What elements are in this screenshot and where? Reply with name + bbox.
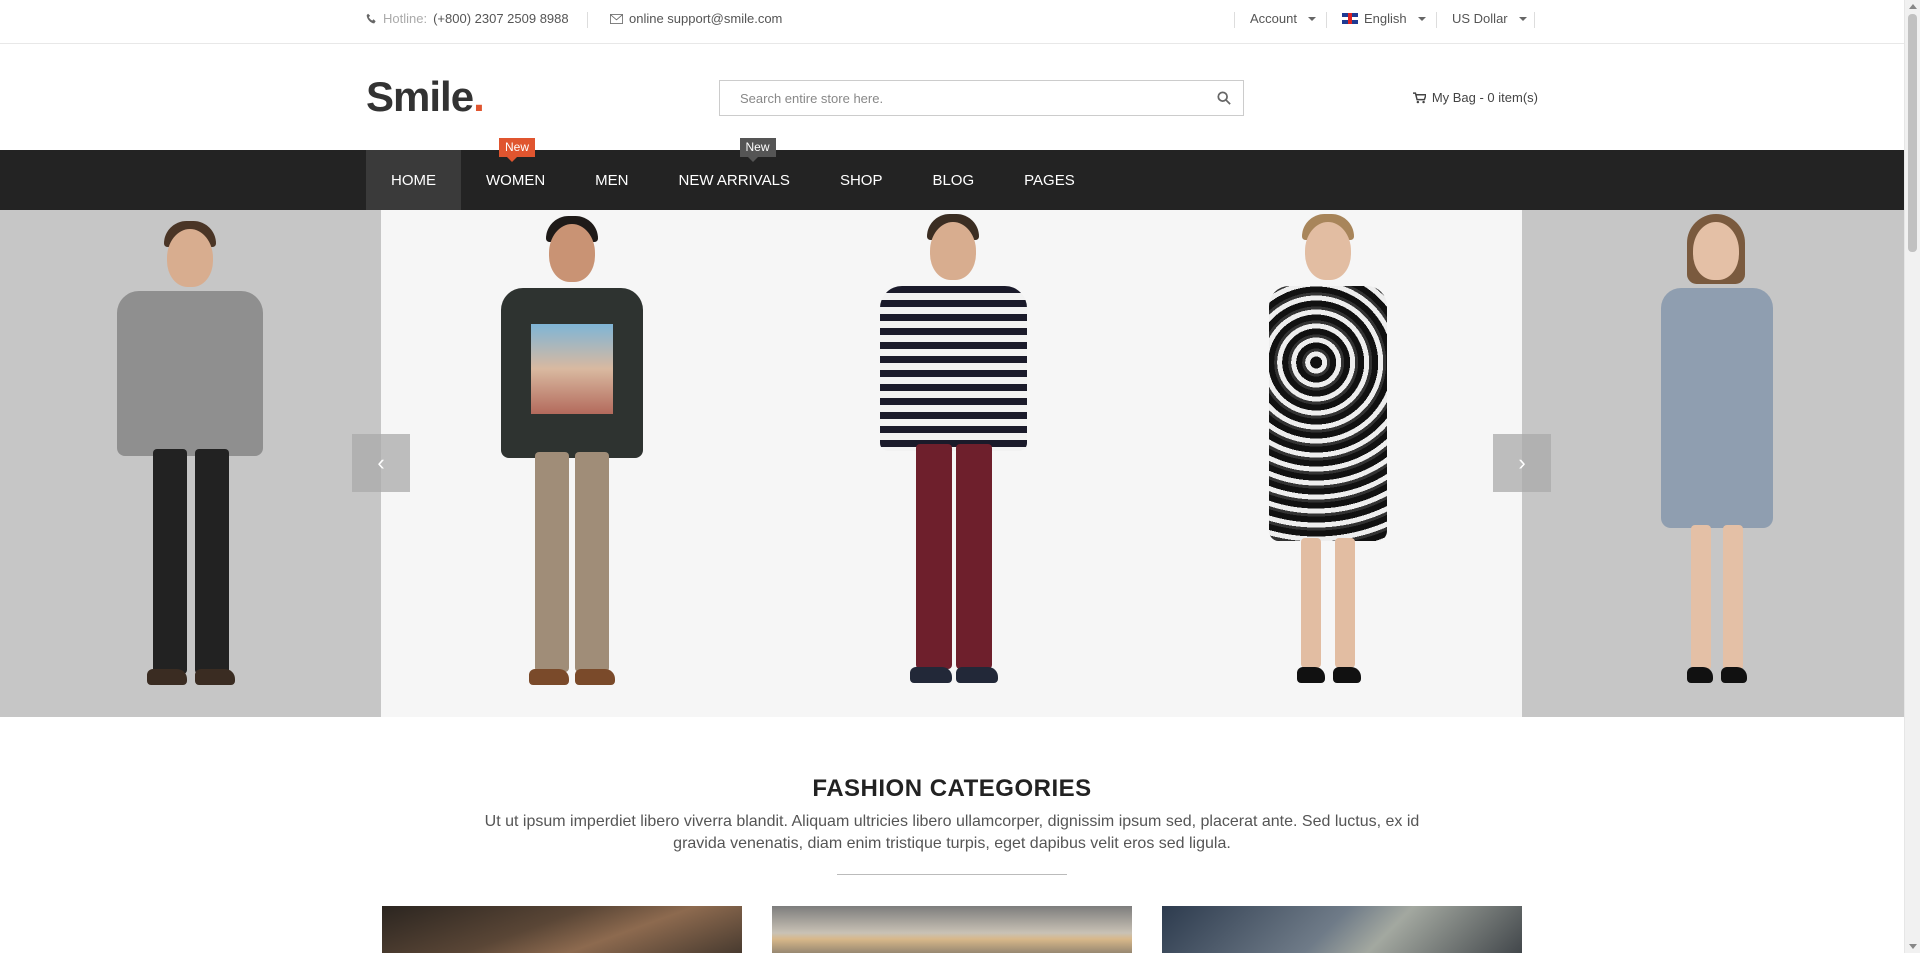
site-header: Smile. My Bag - 0 item(s) — [0, 45, 1904, 150]
model-image — [1263, 212, 1393, 709]
language-dropdown[interactable]: English — [1342, 11, 1426, 26]
hotline-number[interactable]: (+800) 2307 2509 8988 — [433, 11, 569, 26]
divider — [1534, 12, 1535, 28]
logo[interactable]: Smile. — [366, 73, 485, 121]
support-email[interactable]: online support@smile.com — [610, 11, 782, 26]
scroll-up-icon[interactable] — [1909, 4, 1917, 9]
main-nav: HOME New WOMEN MEN New NEW ARRIVALS SHOP… — [0, 138, 1904, 210]
category-card[interactable] — [772, 906, 1132, 953]
nav-label: HOME — [391, 171, 436, 189]
model-image — [876, 212, 1031, 709]
chevron-right-icon: › — [1518, 450, 1526, 475]
scrollbar-thumb[interactable] — [1908, 14, 1917, 252]
currency-label: US Dollar — [1452, 11, 1508, 26]
nav-item-new-arrivals[interactable]: New NEW ARRIVALS — [654, 138, 815, 210]
caret-down-icon — [1307, 16, 1316, 21]
search-icon[interactable] — [1217, 91, 1231, 105]
model-image — [497, 214, 647, 709]
nav-label: SHOP — [839, 171, 883, 189]
nav-item-women[interactable]: New WOMEN — [461, 138, 570, 210]
nav-label: PAGES — [1024, 171, 1075, 189]
search-input[interactable] — [720, 81, 1200, 115]
cart-icon — [1412, 91, 1426, 103]
caret-down-icon — [1417, 16, 1426, 21]
nav-label: MEN — [595, 171, 629, 189]
nav-label: BLOG — [932, 171, 975, 189]
search-box — [719, 80, 1244, 116]
divider — [1436, 12, 1437, 28]
logo-text: Smile — [366, 73, 474, 120]
currency-dropdown[interactable]: US Dollar — [1452, 11, 1527, 26]
scrollbar[interactable] — [1904, 0, 1920, 953]
logo-dot: . — [473, 73, 485, 120]
scroll-down-icon[interactable] — [1909, 944, 1917, 949]
my-bag[interactable]: My Bag - 0 item(s) — [1412, 90, 1538, 105]
divider — [1326, 12, 1327, 28]
language-label: English — [1364, 11, 1407, 26]
section-description: Ut ut ipsum imperdiet libero viverra bla… — [484, 813, 1420, 852]
divider — [837, 874, 1067, 875]
nav-label: NEW ARRIVALS — [678, 171, 790, 189]
top-bar: Hotline: (+800) 2307 2509 8988 online su… — [0, 0, 1904, 44]
hotline-label: Hotline: — [383, 11, 428, 26]
divider — [1234, 12, 1235, 28]
nav-item-men[interactable]: MEN — [570, 150, 653, 210]
phone-icon — [366, 13, 376, 24]
envelope-icon — [610, 13, 623, 24]
nav-item-blog[interactable]: BLOG — [907, 150, 999, 210]
slider-next-button[interactable]: › — [1493, 434, 1551, 492]
nav-label: WOMEN — [486, 171, 546, 189]
hotline: Hotline: (+800) 2307 2509 8988 — [366, 11, 569, 26]
category-card[interactable] — [1162, 906, 1522, 953]
new-badge: New — [739, 138, 776, 162]
chevron-left-icon: ‹ — [377, 450, 385, 475]
caret-down-icon — [1518, 16, 1527, 21]
model-image — [1653, 212, 1778, 709]
nav-item-pages[interactable]: PAGES — [999, 150, 1100, 210]
bag-label: My Bag - 0 item(s) — [1431, 90, 1538, 105]
section-title: FASHION CATEGORIES — [812, 775, 1092, 802]
nav-item-home[interactable]: HOME — [366, 150, 461, 210]
model-image — [115, 219, 265, 709]
hero-slider: ‹ › — [0, 210, 1904, 717]
account-label: Account — [1250, 11, 1297, 26]
divider — [587, 12, 588, 28]
category-card[interactable] — [382, 906, 742, 953]
nav-item-shop[interactable]: SHOP — [815, 150, 908, 210]
uk-flag-icon — [1342, 13, 1358, 24]
slider-prev-button[interactable]: ‹ — [352, 434, 410, 492]
new-badge: New — [499, 138, 536, 162]
account-dropdown[interactable]: Account — [1250, 11, 1316, 26]
email-text: online support@smile.com — [629, 11, 783, 26]
